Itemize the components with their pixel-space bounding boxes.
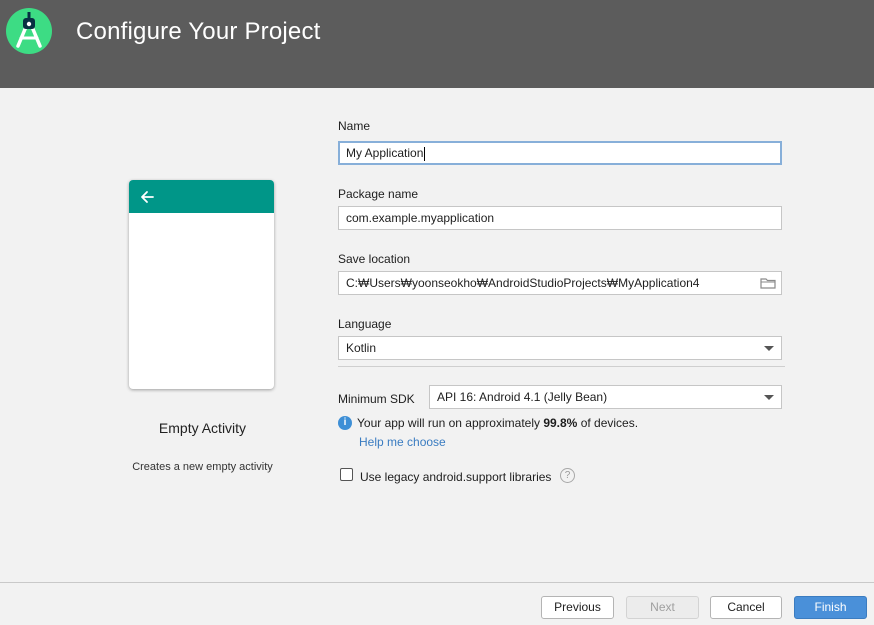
page-title: Configure Your Project: [76, 18, 321, 45]
back-arrow-icon: [141, 191, 154, 203]
info-icon: i: [338, 416, 352, 430]
chevron-down-icon: [764, 395, 774, 400]
footer-divider: [0, 582, 874, 583]
language-select[interactable]: Kotlin: [338, 336, 782, 360]
name-field-value: My Application: [346, 146, 424, 160]
save-location-field[interactable]: C:₩Users₩yoonseokho₩AndroidStudioProject…: [338, 271, 782, 295]
language-value: Kotlin: [346, 341, 377, 355]
cancel-button[interactable]: Cancel: [710, 596, 782, 619]
previous-button[interactable]: Previous: [541, 596, 614, 619]
name-field[interactable]: My Application: [338, 141, 782, 165]
android-studio-logo-icon: [6, 8, 52, 54]
minimum-sdk-label: Minimum SDK: [338, 392, 415, 406]
activity-description: Creates a new empty activity: [132, 461, 273, 473]
language-label: Language: [338, 317, 392, 331]
next-button[interactable]: Next: [626, 596, 699, 619]
chevron-down-icon: [764, 346, 774, 351]
package-name-label: Package name: [338, 187, 419, 201]
text-caret: [424, 146, 426, 161]
question-mark-icon[interactable]: ?: [560, 468, 575, 483]
save-location-value: C:₩Users₩yoonseokho₩AndroidStudioProject…: [346, 276, 700, 290]
info-suffix: of devices.: [577, 416, 639, 430]
finish-button[interactable]: Finish: [794, 596, 867, 619]
coverage-percent: 99.8%: [543, 416, 578, 430]
activity-preview: [129, 180, 274, 389]
activity-name: Empty Activity: [158, 420, 247, 436]
minimum-sdk-select[interactable]: API 16: Android 4.1 (Jelly Bean): [429, 385, 782, 409]
help-me-choose-link[interactable]: Help me choose: [359, 435, 446, 449]
package-name-field[interactable]: com.example.myapplication: [338, 206, 782, 230]
legacy-support-checkbox[interactable]: [340, 468, 353, 481]
package-name-value: com.example.myapplication: [346, 211, 495, 225]
legacy-support-label[interactable]: Use legacy android.support libraries: [360, 470, 551, 484]
info-prefix: Your app will run on approximately: [357, 416, 544, 430]
minimum-sdk-value: API 16: Android 4.1 (Jelly Bean): [437, 390, 608, 404]
name-label: Name: [338, 119, 371, 133]
preview-app-bar: [129, 180, 274, 213]
save-location-label: Save location: [338, 252, 411, 266]
device-coverage-info: Your app will run on approximately 99.8%…: [357, 416, 638, 430]
divider: [338, 366, 785, 367]
wizard-header: Configure Your Project: [0, 0, 874, 88]
folder-icon[interactable]: [760, 277, 776, 289]
